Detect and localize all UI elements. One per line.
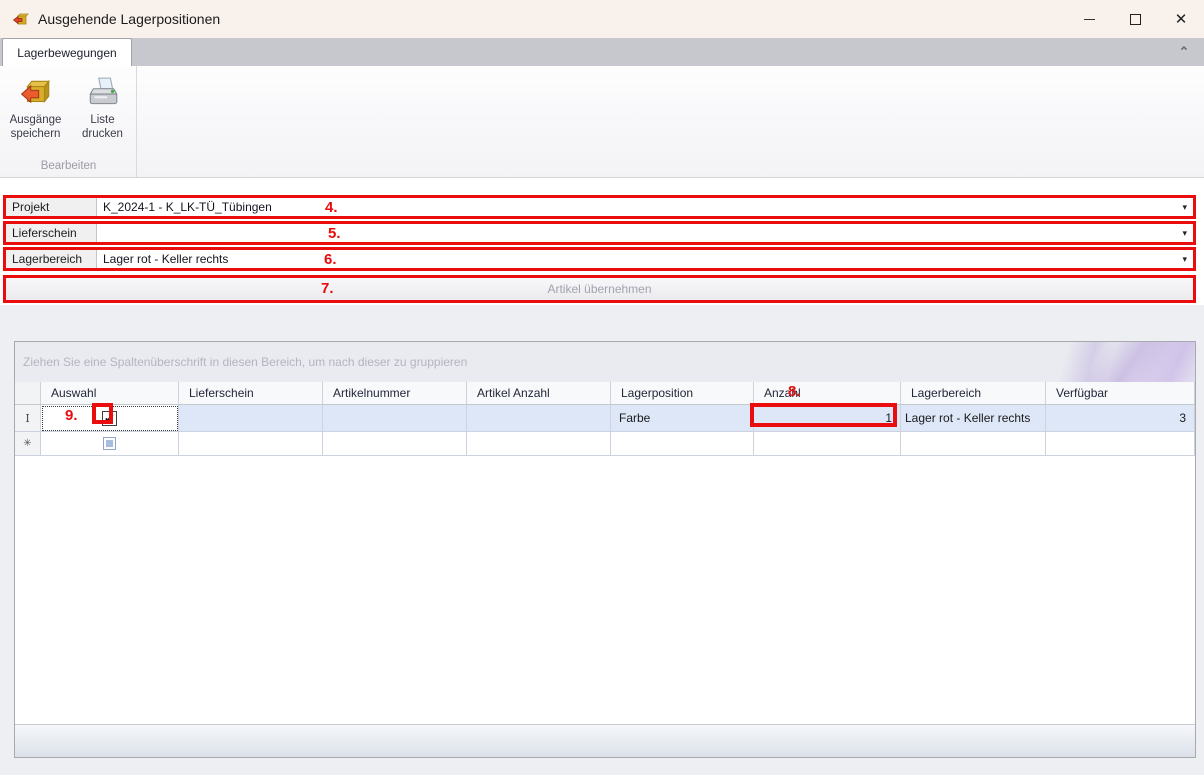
artikel-uebernehmen-label: Artikel übernehmen [547, 282, 651, 296]
lagerbereich-cell-new[interactable] [901, 432, 1046, 456]
column-header-anzahl[interactable]: Anzahl [754, 382, 901, 405]
lieferschein-cell[interactable] [179, 405, 323, 432]
column-header-auswahl[interactable]: Auswahl [41, 382, 179, 405]
projekt-value: K_2024-1 - K_LK-TÜ_Tübingen [103, 200, 272, 214]
annotation-box-projekt: Projekt K_2024-1 - K_LK-TÜ_Tübingen ▾ [3, 195, 1196, 219]
chevron-down-icon[interactable]: ▾ [1182, 198, 1187, 216]
chevron-down-icon[interactable]: ▾ [1182, 224, 1187, 242]
column-header-lagerposition[interactable]: Lagerposition [611, 382, 754, 405]
liste-drucken-button[interactable]: Liste drucken [73, 76, 132, 142]
annotation-label-7: 7. [321, 280, 334, 297]
annotation-box-auswahl [92, 403, 113, 424]
artikelnummer-cell[interactable] [323, 405, 467, 432]
ribbon-group-bearbeiten: Ausgänge speichern Liste drucken Bearbei… [0, 66, 137, 177]
grid-footer-bar [15, 724, 1195, 757]
annotation-box-lagerbereich: Lagerbereich Lager rot - Keller rechts ▾ [3, 247, 1196, 271]
close-icon: ✕ [1175, 12, 1188, 27]
column-header-lieferschein[interactable]: Lieferschein [179, 382, 323, 405]
artikel-uebernehmen-button[interactable]: Artikel übernehmen [6, 278, 1193, 300]
checkbox-fill [106, 440, 113, 447]
window-title: Ausgehende Lagerpositionen [38, 11, 220, 27]
maximize-icon [1130, 14, 1141, 25]
annotation-box-anzahl [750, 403, 897, 427]
titlebar: Ausgehende Lagerpositionen ✕ [0, 0, 1204, 38]
artikelnummer-cell-new[interactable] [323, 432, 467, 456]
printer-icon [86, 76, 120, 110]
ausgaenge-speichern-label: Ausgänge speichern [6, 113, 65, 142]
auswahl-checkbox-unchecked[interactable] [103, 437, 116, 450]
ribbon-buttons: Ausgänge speichern Liste drucken [0, 66, 136, 142]
chevron-up-icon: ⌃ [1179, 44, 1190, 60]
annotation-label-4: 4. [325, 199, 338, 216]
lagerbereich-value: Lager rot - Keller rechts [103, 252, 228, 266]
lagerbereich-combobox[interactable]: Lager rot - Keller rechts ▾ [96, 250, 1193, 268]
annotation-label-8: 8. [788, 383, 801, 400]
artikel-anzahl-cell[interactable] [467, 405, 611, 432]
auswahl-cell-new[interactable] [41, 432, 179, 456]
app-icon [12, 11, 29, 28]
lagerpositionen-grid: Ziehen Sie eine Spaltenüberschrift in di… [14, 341, 1196, 758]
column-header-lagerbereich[interactable]: Lagerbereich [901, 382, 1046, 405]
group-by-hint-text: Ziehen Sie eine Spaltenüberschrift in di… [23, 355, 467, 369]
artikel-anzahl-cell-new[interactable] [467, 432, 611, 456]
ribbon-group-label: Bearbeiten [0, 160, 137, 172]
liste-drucken-label: Liste drucken [73, 113, 132, 142]
ausgaenge-speichern-button[interactable]: Ausgänge speichern [6, 76, 65, 142]
annotation-label-5: 5. [328, 225, 341, 242]
lagerbereich-label: Lagerbereich [6, 250, 96, 268]
grid-empty-area [15, 456, 1195, 724]
lieferschein-cell-new[interactable] [179, 432, 323, 456]
anzahl-cell-new[interactable] [754, 432, 901, 456]
collapse-ribbon-button[interactable]: ⌃ [1172, 38, 1196, 66]
group-by-panel: Ziehen Sie eine Spaltenüberschrift in di… [15, 342, 1195, 382]
projekt-combobox[interactable]: K_2024-1 - K_LK-TÜ_Tübingen ▾ [96, 198, 1193, 216]
lieferschein-row: Lieferschein ▾ [6, 224, 1193, 242]
minimize-button[interactable] [1066, 0, 1112, 38]
row-indicator-header [15, 382, 41, 405]
column-header-artikelnummer[interactable]: Artikelnummer [323, 382, 467, 405]
column-header-artikel-anzahl[interactable]: Artikel Anzahl [467, 382, 611, 405]
tab-label: Lagerbewegungen [17, 46, 116, 60]
ribbon-tabstrip: Lagerbewegungen ⌃ [0, 38, 1204, 66]
grid-header-row: Auswahl Lieferschein Artikelnummer Artik… [15, 382, 1195, 405]
table-row-new: ✳ [15, 432, 1195, 456]
close-button[interactable]: ✕ [1158, 0, 1204, 38]
verfuegbar-cell-new[interactable] [1046, 432, 1195, 456]
lagerposition-cell-new[interactable] [611, 432, 754, 456]
annotation-label-9: 9. [65, 407, 78, 424]
lagerbereich-row: Lagerbereich Lager rot - Keller rechts ▾ [6, 250, 1193, 268]
lagerbereich-cell[interactable]: Lager rot - Keller rechts [901, 405, 1046, 432]
projekt-label: Projekt [6, 198, 96, 216]
lieferschein-label: Lieferschein [6, 224, 96, 242]
table-row: I ✔ Farbe 1 Lager rot - Keller rechts 3 [15, 405, 1195, 432]
annotation-box-uebernehmen: Artikel übernehmen [3, 275, 1196, 303]
decorative-swirl [995, 342, 1195, 382]
export-box-icon [19, 76, 53, 110]
ribbon: Ausgänge speichern Liste drucken Bearbei… [0, 66, 1204, 178]
row-indicator: I [15, 405, 41, 432]
column-header-verfuegbar[interactable]: Verfügbar [1046, 382, 1195, 405]
chevron-down-icon[interactable]: ▾ [1182, 250, 1187, 268]
new-row-indicator: ✳ [15, 432, 41, 456]
minimize-icon [1084, 19, 1095, 20]
annotation-box-lieferschein: Lieferschein ▾ [3, 221, 1196, 245]
lagerposition-cell[interactable]: Farbe [611, 405, 754, 432]
app-window: Ausgehende Lagerpositionen ✕ Lagerbewegu… [0, 0, 1204, 775]
maximize-button[interactable] [1112, 0, 1158, 38]
lieferschein-combobox[interactable]: ▾ [96, 224, 1193, 242]
tab-lagerbewegungen[interactable]: Lagerbewegungen [2, 38, 132, 66]
annotation-label-6: 6. [324, 251, 337, 268]
projekt-row: Projekt K_2024-1 - K_LK-TÜ_Tübingen ▾ [6, 198, 1193, 216]
verfuegbar-cell[interactable]: 3 [1046, 405, 1195, 432]
window-controls: ✕ [1066, 0, 1204, 38]
